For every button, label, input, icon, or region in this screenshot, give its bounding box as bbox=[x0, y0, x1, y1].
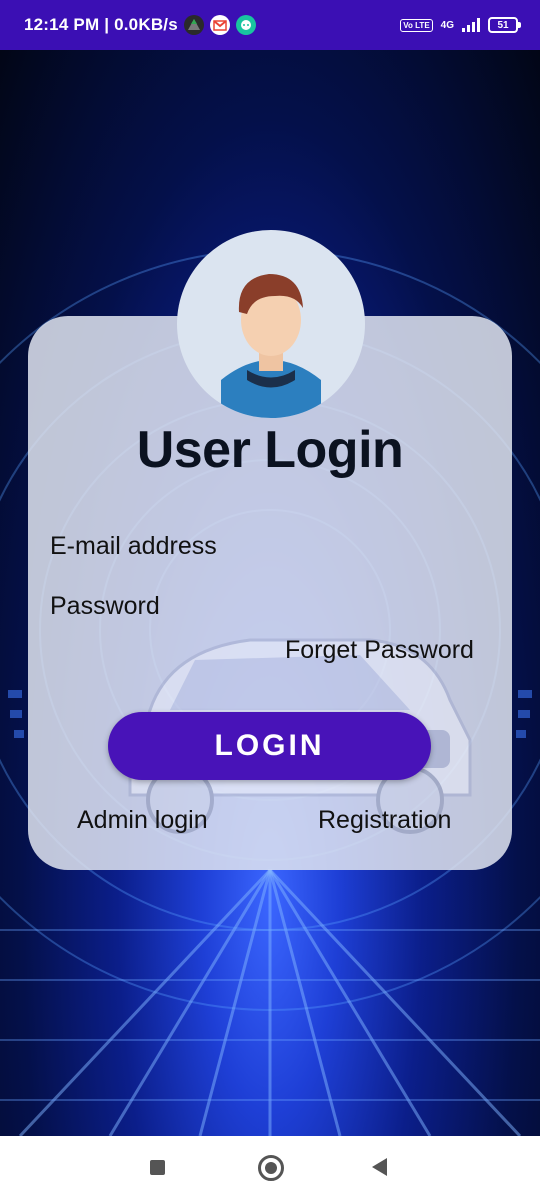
home-button[interactable] bbox=[258, 1155, 284, 1181]
chat-app-icon bbox=[235, 15, 256, 35]
volte-icon: Vo LTE bbox=[400, 18, 433, 32]
recents-button[interactable] bbox=[150, 1160, 165, 1175]
user-avatar bbox=[177, 230, 365, 418]
gmail-icon bbox=[209, 15, 230, 35]
battery-icon: 51 bbox=[488, 17, 521, 33]
password-field[interactable]: Password bbox=[50, 592, 160, 621]
login-button[interactable]: LOGIN bbox=[108, 712, 431, 780]
admin-login-link[interactable]: Admin login bbox=[77, 806, 208, 835]
registration-link[interactable]: Registration bbox=[318, 806, 451, 835]
user-avatar-icon bbox=[221, 274, 321, 418]
status-bar: 12:14 PM | 0.0KB/s Vo LTE 4G 51 bbox=[0, 0, 540, 50]
status-time: 12:14 PM | 0.0KB/s bbox=[24, 15, 178, 34]
email-field[interactable]: E-mail address bbox=[50, 532, 217, 561]
back-button[interactable] bbox=[372, 1158, 387, 1176]
signal-icon bbox=[462, 18, 480, 32]
page-title: User Login bbox=[136, 421, 404, 479]
status-left: 12:14 PM | 0.0KB/s bbox=[24, 0, 256, 50]
network-type: 4G bbox=[440, 19, 454, 31]
drive-icon bbox=[183, 15, 204, 35]
forget-password-link[interactable]: Forget Password bbox=[285, 636, 474, 665]
status-right: Vo LTE 4G 51 bbox=[400, 0, 521, 50]
